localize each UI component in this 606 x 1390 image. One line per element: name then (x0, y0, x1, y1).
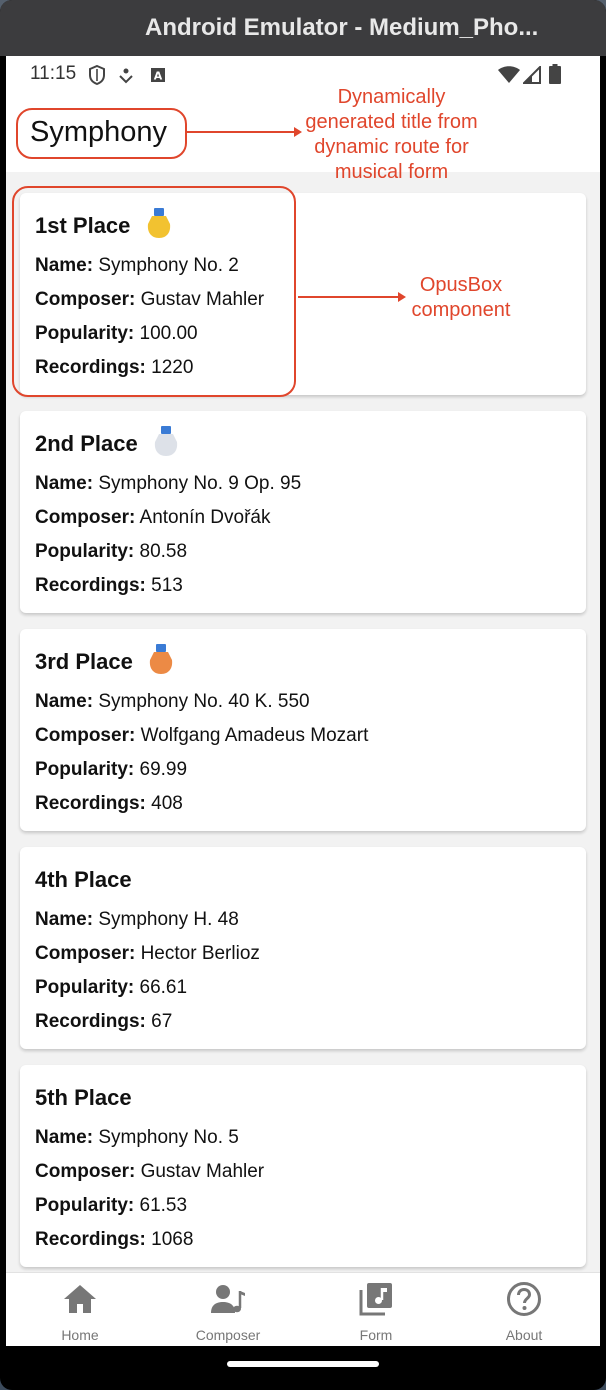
opus-name: Symphony H. 48 (98, 909, 239, 930)
popularity-label: Popularity: (35, 977, 135, 998)
nav-label: Form (359, 1327, 393, 1343)
name-label: Name: (35, 1127, 94, 1148)
opus-box[interactable]: 4th Place Name: Symphony H. 48 Composer:… (20, 847, 586, 1049)
opus-popularity: 66.61 (139, 977, 188, 998)
popularity-label: Popularity: (35, 759, 135, 780)
composer-label: Composer: (35, 1161, 136, 1182)
popularity-label: Popularity: (35, 1195, 135, 1216)
opus-recordings: 67 (151, 1011, 173, 1032)
title-annotation-text: Dynamically generated title from dynamic… (294, 85, 489, 185)
opus-recordings: 513 (151, 575, 183, 596)
opus-composer-row: Composer: Hector Berlioz (35, 943, 260, 965)
title-highlight-box (16, 108, 187, 159)
gesture-navigation-handle[interactable] (227, 1361, 379, 1367)
keyboard-a-icon: A (151, 68, 165, 83)
silver-medal-icon (154, 426, 178, 456)
opus-place: 5th Place (35, 1085, 132, 1110)
opus-name: Symphony No. 5 (98, 1127, 239, 1148)
bottom-navigation: Home Composer Form About (6, 1272, 600, 1346)
data-saver-icon (119, 68, 133, 84)
recordings-label: Recordings: (35, 1229, 146, 1250)
composer-label: Composer: (35, 943, 136, 964)
opus-composer-row: Composer: Wolfgang Amadeus Mozart (35, 725, 368, 747)
opus-popularity-row: Popularity: 66.61 (35, 977, 187, 999)
recordings-label: Recordings: (35, 793, 146, 814)
opus-box[interactable]: 3rd Place Name: Symphony No. 40 K. 550 C… (20, 629, 586, 831)
opusbox-annotation-arrow (298, 292, 406, 302)
opus-recordings-row: Recordings: 513 (35, 575, 183, 597)
opus-recordings: 1068 (151, 1229, 194, 1250)
bronze-medal-icon (149, 644, 173, 674)
nav-item-about[interactable]: About (450, 1273, 598, 1346)
title-annotation-line: musical form (334, 161, 449, 183)
opusbox-annotation-line: OpusBox (419, 274, 503, 296)
opus-popularity-row: Popularity: 69.99 (35, 759, 187, 781)
nav-item-home[interactable]: Home (6, 1273, 154, 1346)
status-time: 11:15 (30, 63, 77, 84)
opus-recordings-row: Recordings: 1068 (35, 1229, 193, 1251)
opus-popularity-row: Popularity: 61.53 (35, 1195, 187, 1217)
nav-label: Composer (195, 1327, 261, 1343)
home-icon (64, 1285, 96, 1313)
name-label: Name: (35, 691, 94, 712)
opus-name-row: Name: Symphony No. 40 K. 550 (35, 691, 310, 713)
opus-place: 4th Place (35, 867, 132, 892)
svg-text:A: A (154, 70, 163, 83)
title-annotation-line: dynamic route for (314, 136, 469, 158)
opus-recordings: 408 (151, 793, 183, 814)
opus-composer-row: Composer: Gustav Mahler (35, 1161, 264, 1183)
composer-label: Composer: (35, 725, 136, 746)
phone-frame: 11:15 A Symphony 1st Place Name: Symphon… (6, 56, 600, 1390)
shield-icon (89, 65, 105, 85)
window-title[interactable]: Android Emulator - Medium_Pho... (0, 0, 606, 56)
opus-composer: Hector Berlioz (140, 943, 260, 964)
title-annotation-line: generated title from (305, 111, 478, 133)
help-circle-icon (507, 1282, 541, 1316)
opus-popularity-row: Popularity: 80.58 (35, 541, 187, 563)
name-label: Name: (35, 909, 94, 930)
name-label: Name: (35, 473, 94, 494)
opus-composer: Antonín Dvořák (139, 507, 271, 528)
opus-popularity: 69.99 (139, 759, 188, 780)
title-annotation-arrow (186, 127, 302, 137)
nav-item-composer[interactable]: Composer (154, 1273, 302, 1346)
opusbox-highlight-box (12, 186, 296, 397)
nav-item-form[interactable]: Form (302, 1273, 450, 1346)
opus-box[interactable]: 5th Place Name: Symphony No. 5 Composer:… (20, 1065, 586, 1267)
opus-composer: Wolfgang Amadeus Mozart (140, 725, 369, 746)
cellular-signal-icon (523, 66, 541, 84)
wifi-icon (498, 66, 520, 83)
recordings-label: Recordings: (35, 1011, 146, 1032)
composer-label: Composer: (35, 507, 136, 528)
opusbox-annotation-text: OpusBox component (396, 273, 526, 323)
opus-box[interactable]: 2nd Place Name: Symphony No. 9 Op. 95 Co… (20, 411, 586, 613)
nav-label: About (505, 1327, 543, 1343)
opus-composer: Gustav Mahler (140, 1161, 265, 1182)
opus-recordings-row: Recordings: 67 (35, 1011, 172, 1033)
title-annotation-line: Dynamically (337, 86, 446, 108)
opus-recordings-row: Recordings: 408 (35, 793, 183, 815)
opus-name: Symphony No. 40 K. 550 (98, 691, 310, 712)
opus-popularity: 61.53 (139, 1195, 188, 1216)
popularity-label: Popularity: (35, 541, 135, 562)
opus-composer-row: Composer: Antonín Dvořák (35, 507, 271, 529)
opus-name-row: Name: Symphony No. 9 Op. 95 (35, 473, 301, 495)
opus-popularity: 80.58 (139, 541, 188, 562)
composer-icon (211, 1285, 245, 1313)
opus-place: 2nd Place (35, 431, 138, 456)
opus-name: Symphony No. 9 Op. 95 (98, 473, 302, 494)
app-screen: 11:15 A Symphony 1st Place Name: Symphon… (6, 56, 600, 1346)
recordings-label: Recordings: (35, 575, 146, 596)
opusbox-annotation-line: component (411, 299, 511, 321)
battery-icon (549, 64, 561, 84)
opus-place: 3rd Place (35, 649, 133, 674)
music-library-icon (359, 1283, 392, 1316)
emulator-window: Android Emulator - Medium_Pho... 11:15 A (0, 0, 606, 1390)
opus-name-row: Name: Symphony H. 48 (35, 909, 239, 931)
nav-label: Home (61, 1327, 99, 1343)
opus-name-row: Name: Symphony No. 5 (35, 1127, 239, 1149)
